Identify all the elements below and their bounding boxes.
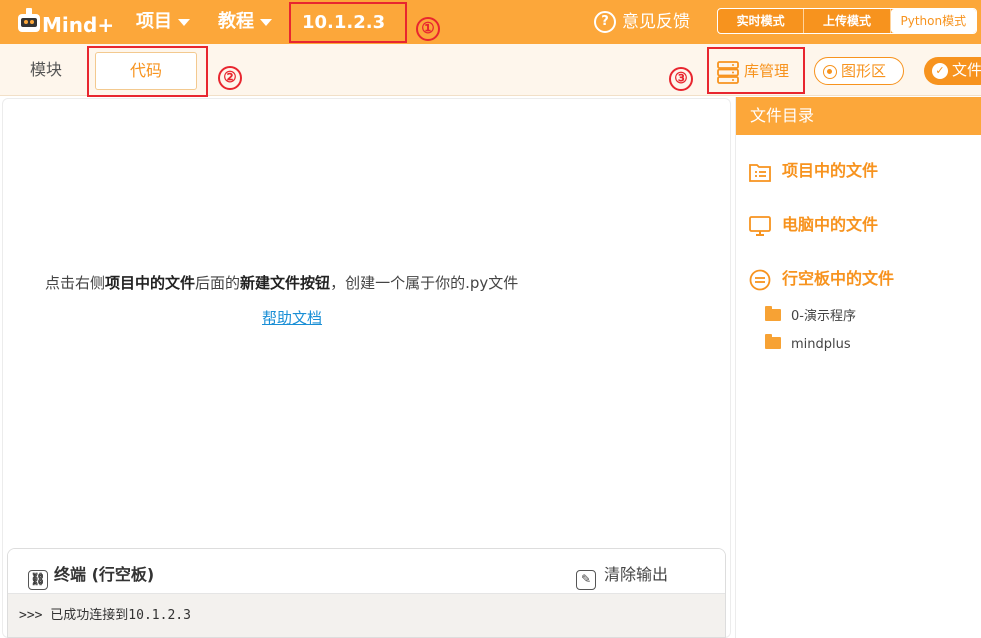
annotation-marker-2: ② <box>218 66 242 90</box>
device-connection-menu[interactable]: 10.1.2.3 <box>289 2 407 64</box>
empty-editor-hint: 点击右侧项目中的文件后面的新建文件按钮，创建一个属于你的.py文件 <box>45 272 518 293</box>
monitor-icon <box>749 215 771 236</box>
link-icon: ⛓ <box>28 570 48 590</box>
folder-label: 0-演示程序 <box>791 309 856 324</box>
chevron-down-icon <box>260 18 272 26</box>
upload-mode-button[interactable]: 上传模式 <box>804 9 891 33</box>
chevron-down-icon <box>178 18 190 26</box>
tab-code[interactable]: 代码 <box>95 52 197 90</box>
python-mode-button[interactable]: Python模式 <box>890 9 976 33</box>
hint-prefix: 点击右侧 <box>45 274 106 292</box>
logo-text: Mind+ <box>42 13 114 37</box>
annotation-marker-1: ① <box>416 17 440 41</box>
folder-item[interactable]: 0-演示程序 <box>765 306 856 327</box>
tutorial-menu[interactable]: 教程 <box>218 0 272 44</box>
folder-item[interactable]: mindplus <box>765 334 851 355</box>
files-toggle[interactable]: ✓ 文件 <box>924 57 981 85</box>
folder-label: mindplus <box>791 337 851 352</box>
mindplus-logo: Mind+ <box>18 8 114 37</box>
graphic-area-label: 图形区 <box>841 62 887 80</box>
folder-list-icon <box>749 163 771 182</box>
tab-blocks[interactable]: 模块 <box>30 44 62 96</box>
project-files-label: 项目中的文件 <box>782 161 879 180</box>
graphic-area-toggle[interactable]: 图形区 <box>814 57 904 85</box>
terminal-output[interactable]: >>> 已成功连接到10.1.2.3 <box>8 594 725 637</box>
folder-icon <box>765 306 781 321</box>
terminal-title-label: 终端 (行空板) <box>54 565 155 584</box>
file-directory-header: 文件目录 <box>736 97 981 135</box>
radio-icon <box>823 64 837 79</box>
board-files-item[interactable]: 行空板中的文件 <box>748 265 894 293</box>
computer-files-item[interactable]: 电脑中的文件 <box>748 211 878 239</box>
check-circle-icon: ✓ <box>932 62 948 79</box>
mode-switch: 实时模式 上传模式 Python模式 <box>717 8 977 34</box>
hint-project-files: 项目中的文件 <box>105 274 196 292</box>
hint-suffix: ，创建一个属于你的.py文件 <box>330 274 519 292</box>
computer-files-label: 电脑中的文件 <box>782 215 879 234</box>
folder-icon <box>765 334 781 349</box>
library-manager-button[interactable]: 库管理 <box>716 57 789 85</box>
hint-new-file-button: 新建文件按钮 <box>240 274 331 292</box>
files-label: 文件 <box>952 61 981 79</box>
library-manager-label: 库管理 <box>744 62 790 80</box>
realtime-mode-button[interactable]: 实时模式 <box>718 9 805 33</box>
terminal-output-line: >>> 已成功连接到10.1.2.3 <box>19 608 191 623</box>
help-docs-link[interactable]: 帮助文档 <box>262 307 322 328</box>
terminal-header: ⛓ 终端 (行空板) ✎ 清除输出 <box>8 549 725 594</box>
clear-output-label: 清除输出 <box>604 565 669 584</box>
board-icon <box>749 269 771 290</box>
top-bar: Mind+ 项目 教程 10.1.2.3 ? 意见反馈 实时模式 上传模式 Pyt… <box>0 0 981 64</box>
tutorial-menu-label: 教程 <box>218 11 254 32</box>
feedback-button[interactable]: ? 意见反馈 <box>594 0 690 44</box>
project-files-item[interactable]: 项目中的文件 <box>748 157 878 185</box>
project-menu[interactable]: 项目 <box>136 0 190 44</box>
project-menu-label: 项目 <box>136 11 172 32</box>
brush-icon: ✎ <box>576 570 596 590</box>
feedback-label: 意见反馈 <box>622 12 690 32</box>
library-stack-icon <box>717 60 739 84</box>
file-directory-panel: 文件目录 项目中的文件 电脑中的文件 行空板中的文件 0-演示程序 mindpl… <box>735 97 981 638</box>
device-ip-label: 10.1.2.3 <box>302 12 386 33</box>
hint-middle: 后面的 <box>195 274 241 292</box>
board-files-label: 行空板中的文件 <box>782 269 895 288</box>
annotation-marker-3: ③ <box>669 67 693 91</box>
clear-output-button[interactable]: ✎ 清除输出 <box>576 561 668 590</box>
terminal-title: ⛓ 终端 (行空板) <box>28 561 154 590</box>
terminal-panel: ⛓ 终端 (行空板) ✎ 清除输出 >>> 已成功连接到10.1.2.3 <box>7 548 726 638</box>
help-circle-icon: ? <box>594 11 616 33</box>
